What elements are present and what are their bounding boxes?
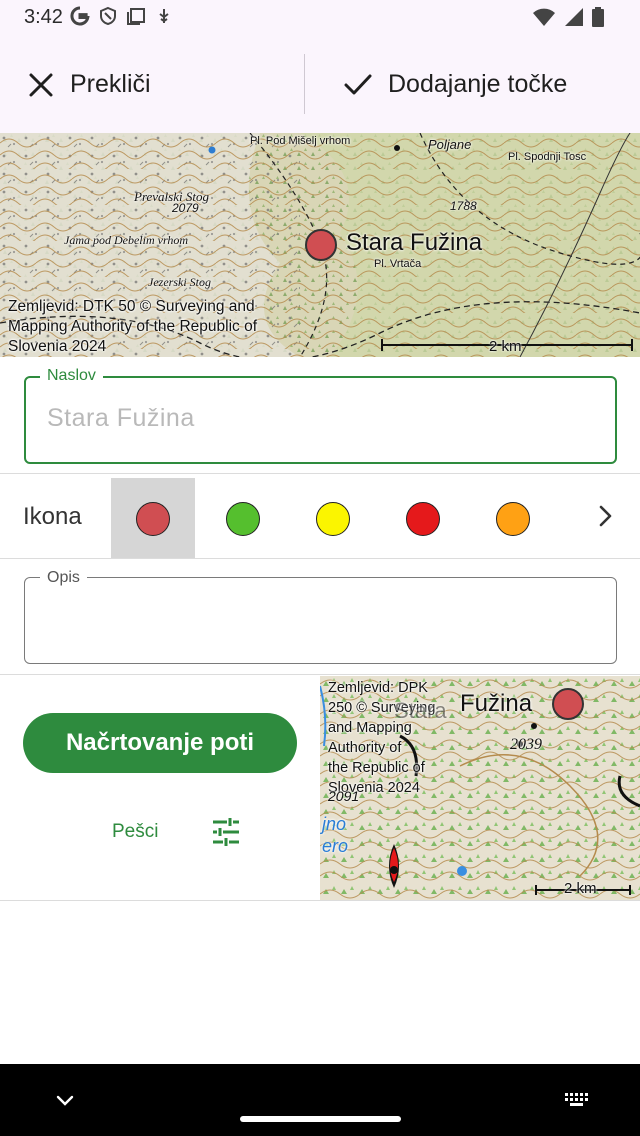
map-label: Pl. Spodnji Tosc [508,151,587,163]
map-label: Pl. Pod Mišelj vrhom [250,135,351,147]
chevron-down-icon[interactable] [54,1092,76,1108]
icon-option[interactable] [496,502,530,536]
route-map-preview[interactable]: Zemljevid: DPK 250 © Surveying and Mappi… [320,676,640,900]
cancel-button[interactable]: Prekliči [28,36,151,133]
map-attribution-line: Zemljevid: DTK 50 © Surveying and [8,298,255,315]
chevron-right-icon[interactable] [596,504,616,528]
map-label: 1788 [450,199,477,213]
system-navigation-bar [0,1064,640,1136]
toolbar: Prekliči Dodajanje točke [0,36,640,133]
status-bar: 3:42 [0,0,640,36]
map-marker[interactable] [552,688,584,720]
description-label: Opis [40,569,87,587]
shield-icon [100,6,116,26]
map-attribution-line: the Republic of [328,760,425,776]
status-system-icons [532,7,604,27]
check-icon [344,74,372,94]
title-label: Naslov [40,367,103,385]
map-attribution: Zemljevid: DTK 50 © Surveying and Mappin… [8,297,257,357]
route-planning-button[interactable]: Načrtovanje poti [23,713,297,773]
icon-option[interactable] [226,502,260,536]
map-marker-label: Fužina [460,690,533,717]
travel-mode-label[interactable]: Pešci [112,821,158,843]
screenshot-icon [127,8,145,25]
map-marker-label-partial: Stara [394,698,447,723]
description-field[interactable] [24,577,617,664]
icon-option[interactable] [136,502,170,536]
map-marker-label: Stara Fužina [346,229,483,256]
add-point-button[interactable]: Dodajanje točke [344,36,567,133]
cancel-label: Prekliči [70,70,151,98]
google-icon [70,6,90,26]
icon-option[interactable] [316,502,350,536]
title-input[interactable] [47,404,587,433]
divider [0,674,640,675]
map-preview[interactable]: Pl. Pod Mišelj vrhom Poljane Pl. Spodnji… [0,133,640,357]
divider [0,900,640,901]
keyboard-icon[interactable] [562,1090,590,1110]
icon-label: Ikona [23,503,82,530]
home-handle[interactable] [240,1116,401,1122]
map-label: jno [322,814,347,834]
divider [0,558,640,559]
wifi-icon [533,8,555,26]
divider [0,473,640,474]
map-label: Jama pod Debelim vrhom [64,233,189,247]
close-icon [29,73,53,96]
map-label: 2091 [328,788,360,804]
status-notification-icons [70,6,174,26]
map-label: 2039 [510,736,542,753]
map-attribution: Zemljevid: DPK 250 © Surveying and Mappi… [328,678,435,798]
usb-debug-icon [159,9,169,23]
map-label: 2079 [172,201,199,215]
add-point-label: Dodajanje točke [388,70,568,98]
map-attribution-line: Authority of [328,740,402,756]
status-time: 3:42 [24,6,63,28]
map-label: Jezerski Stog [148,275,211,289]
signal-icon [565,8,583,26]
battery-icon [592,7,604,27]
scale-label: 2 km [489,338,522,355]
map-attribution-line: Zemljevid: DPK [328,680,428,696]
map-label: Poljane [428,137,472,152]
scale-label: 2 km [564,880,597,897]
map-marker[interactable] [305,229,337,261]
toolbar-divider [304,54,305,114]
map-attribution-line: Mapping Authority of the Republic of [8,318,258,335]
map-attribution-line: Slovenia 2024 [8,338,107,355]
icon-option[interactable] [406,502,440,536]
map-label: Pl. Vrtača [374,258,422,270]
tune-icon[interactable] [210,816,242,848]
map-label: ero [322,836,349,856]
